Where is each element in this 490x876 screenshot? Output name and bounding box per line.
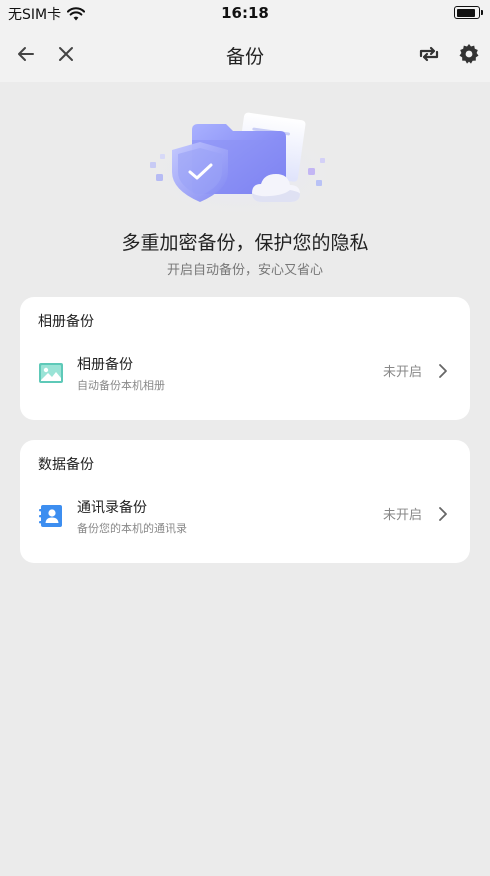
chevron-right-icon	[439, 364, 447, 378]
section-header: 相册备份	[38, 314, 94, 330]
sync-icon[interactable]	[417, 42, 441, 66]
nav-bar: 备份	[0, 26, 490, 82]
battery-icon	[454, 6, 483, 19]
section-header: 数据备份	[38, 457, 94, 473]
battery-fill	[456, 8, 475, 17]
contacts-backup-subtitle: 备份您的本机的通讯录	[77, 522, 187, 535]
contacts-backup-status: 未开启	[382, 508, 422, 523]
data-backup-card: 数据备份 通讯录备份 备份您的本机的通讯录 未开启	[20, 440, 470, 563]
album-backup-row[interactable]: 相册备份 自动备份本机相册 未开启	[20, 347, 470, 407]
album-backup-status: 未开启	[382, 365, 422, 380]
status-time: 16:18	[221, 4, 269, 22]
album-backup-subtitle: 自动备份本机相册	[77, 379, 165, 392]
hero-title: 多重加密备份，保护您的隐私	[121, 232, 369, 254]
status-bar: 无SIM卡 16:18	[0, 0, 490, 26]
album-backup-card: 相册备份 相册备份 自动备份本机相册 未开启	[20, 297, 470, 420]
gear-icon[interactable]	[457, 42, 481, 66]
image-icon	[39, 363, 63, 383]
hero-subtitle: 开启自动备份，安心又省心	[166, 263, 323, 278]
album-backup-title: 相册备份	[77, 357, 133, 373]
backup-illustration	[142, 112, 338, 218]
contacts-backup-title: 通讯录备份	[77, 500, 147, 516]
contacts-icon	[39, 505, 62, 527]
contacts-backup-row[interactable]: 通讯录备份 备份您的本机的通讯录 未开启	[20, 490, 470, 550]
chevron-right-icon	[439, 507, 447, 521]
